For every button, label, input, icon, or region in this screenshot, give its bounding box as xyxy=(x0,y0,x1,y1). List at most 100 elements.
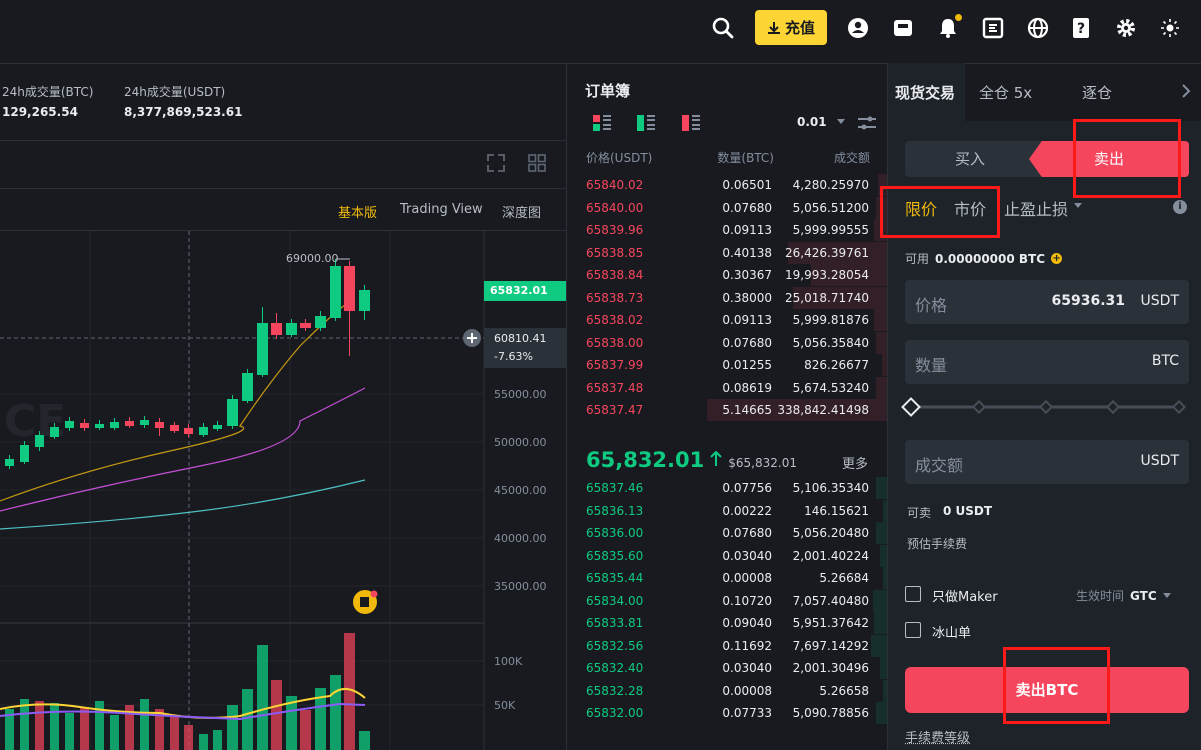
gear-icon[interactable] xyxy=(1114,16,1138,40)
fullscreen-icon[interactable] xyxy=(486,153,506,176)
total-input[interactable]: 成交额 USDT xyxy=(905,440,1189,484)
axis-volume-2: 50K xyxy=(494,699,516,712)
orderbook-cell-qty: 0.10720 xyxy=(722,593,772,608)
orderbook-ask-row[interactable]: 65837.47 5.14665 338,842.41498 xyxy=(567,399,887,421)
orderbook-bid-row[interactable]: 65835.44 0.00008 5.26684 xyxy=(567,567,887,589)
orderbook-bid-row[interactable]: 65832.56 0.11692 7,697.14292 xyxy=(567,634,887,657)
orderbook-bid-row[interactable]: 65836.00 0.07680 5,056.20480 xyxy=(567,522,887,544)
orderbook-cell-qty: 0.07733 xyxy=(722,706,772,720)
orderbook-cell-price: 65835.60 xyxy=(586,548,644,563)
bell-icon[interactable] xyxy=(936,14,962,40)
order-type-market[interactable]: 市价 xyxy=(954,196,986,220)
orderbook-ask-row[interactable]: 65838.73 0.38000 25,018.71740 xyxy=(567,286,887,309)
sell-btc-button[interactable]: 卖出BTC xyxy=(905,667,1189,713)
orderbook-ask-row[interactable]: 65838.85 0.40138 26,426.39761 xyxy=(567,241,887,264)
orderbook-cell-total: 2,001.40224 xyxy=(792,548,869,563)
orderbook-ask-row[interactable]: 65837.48 0.08619 5,674.53240 xyxy=(567,376,887,399)
depth-bar xyxy=(874,309,887,331)
chevron-right-icon[interactable] xyxy=(1181,84,1191,101)
theme-icon[interactable] xyxy=(1158,16,1182,40)
svg-text:?: ? xyxy=(1077,21,1085,37)
maker-only-checkbox[interactable] xyxy=(905,586,921,602)
buy-side-button[interactable]: 买入 xyxy=(905,141,1035,177)
sellable-label: 可卖 xyxy=(907,506,932,520)
iceberg-checkbox[interactable] xyxy=(905,622,921,638)
orderbook-bid-row[interactable]: 65832.40 0.03040 2,001.30496 xyxy=(567,657,887,679)
orderbook-ask-row[interactable]: 65840.00 0.07680 5,056.51200 xyxy=(567,196,887,219)
view-both-icon[interactable] xyxy=(592,113,612,136)
quantity-input-label: 数量 xyxy=(915,356,948,375)
chart-widget-icon[interactable] xyxy=(353,590,378,614)
depth-bar xyxy=(881,354,887,376)
last-price: 65,832.01 xyxy=(586,448,705,472)
amount-slider[interactable] xyxy=(901,396,1191,418)
orderbook-cell-price: 65840.02 xyxy=(586,178,644,192)
view-asks-icon[interactable] xyxy=(681,113,701,136)
tab-cross-margin[interactable]: 全仓 5x xyxy=(979,82,1032,103)
notification-dot xyxy=(955,14,962,21)
orderbook-bid-row[interactable]: 65832.00 0.07733 5,090.78856 xyxy=(567,702,887,724)
sell-side-button[interactable]: 卖出 xyxy=(1029,141,1189,177)
chevron-down-icon[interactable] xyxy=(1074,203,1082,209)
help-icon[interactable]: ? xyxy=(1069,16,1093,40)
orderbook-bid-row[interactable]: 65832.28 0.00008 5.26658 xyxy=(567,679,887,702)
candlestick-chart[interactable]: CE 69000.00 xyxy=(0,231,566,750)
axis-price-5: 35000.00 xyxy=(494,580,547,593)
orderbook-cell-total: 338,842.41498 xyxy=(777,403,869,417)
deposit-button[interactable]: 充值 xyxy=(755,10,827,45)
info-icon[interactable]: i xyxy=(1173,200,1187,214)
orderbook-more-link[interactable]: 更多 xyxy=(842,453,868,472)
orderbook-bid-row[interactable]: 65836.13 0.00222 146.15621 xyxy=(567,499,887,522)
search-icon[interactable] xyxy=(711,16,735,40)
orderbook-bid-row[interactable]: 65834.00 0.10720 7,057.40480 xyxy=(567,589,887,612)
precision-select[interactable]: 0.01 xyxy=(797,115,845,129)
total-input-unit: USDT xyxy=(1140,453,1179,469)
orderbook-ask-row[interactable]: 65838.02 0.09113 5,999.81876 xyxy=(567,309,887,331)
orderbook-cell-qty: 0.30367 xyxy=(722,268,772,282)
quantity-input[interactable]: 数量 BTC xyxy=(905,340,1189,384)
stat-btc-volume-label: 24h成交量(BTC) xyxy=(2,85,94,99)
orderbook-cell-qty: 0.00008 xyxy=(722,683,772,698)
tab-depth[interactable]: 深度图 xyxy=(502,202,541,221)
layout-grid-icon[interactable] xyxy=(527,153,547,176)
depth-bar xyxy=(872,589,887,612)
order-type-stop-limit[interactable]: 止盈止损 xyxy=(1004,196,1068,220)
settings-sliders-icon[interactable] xyxy=(857,113,877,136)
orderbook-title: 订单簿 xyxy=(585,82,631,100)
tif-label: 生效时间 xyxy=(1076,589,1125,603)
view-bids-icon[interactable] xyxy=(636,113,656,136)
stats-divider xyxy=(0,140,566,141)
user-icon[interactable] xyxy=(846,16,870,40)
orders-icon[interactable] xyxy=(981,16,1005,40)
orderbook-ask-row[interactable]: 65838.00 0.07680 5,056.35840 xyxy=(567,331,887,354)
orderbook-cell-price: 65837.48 xyxy=(586,380,644,395)
orderbook-bid-row[interactable]: 65835.60 0.03040 2,001.40224 xyxy=(567,544,887,567)
time-in-force-select[interactable]: 生效时间 GTC xyxy=(1076,587,1171,604)
wallet-icon[interactable] xyxy=(891,16,915,40)
orderbook-bid-row[interactable]: 65833.81 0.09040 5,951.37642 xyxy=(567,612,887,634)
tab-isolated-margin[interactable]: 逐仓 xyxy=(1082,82,1112,103)
orderbook-ask-row[interactable]: 65839.96 0.09113 5,999.99555 xyxy=(567,219,887,241)
order-type-limit[interactable]: 限价 xyxy=(905,196,937,220)
available-label: 可用 xyxy=(905,252,930,266)
orderbook-cell-price: 65838.85 xyxy=(586,245,644,260)
tab-basic[interactable]: 基本版 xyxy=(338,202,377,221)
orderbook-ask-row[interactable]: 65838.84 0.30367 19,993.28054 xyxy=(567,264,887,286)
orderbook-ask-row[interactable]: 65840.02 0.06501 4,280.25970 xyxy=(567,174,887,196)
tab-spot[interactable]: 现货交易 xyxy=(895,82,955,103)
fee-tier-link[interactable]: 手续费等级 xyxy=(905,727,970,746)
add-price-alert-icon[interactable] xyxy=(463,329,481,347)
tab-tradingview[interactable]: Trading View xyxy=(400,202,483,217)
orderbook-cell-total: 5,674.53240 xyxy=(792,380,869,395)
total-input-label: 成交额 xyxy=(915,456,964,475)
orderbook-bid-row[interactable]: 65837.46 0.07756 5,106.35340 xyxy=(567,477,887,499)
add-funds-icon[interactable]: + xyxy=(1051,253,1063,264)
price-input-value[interactable]: 65936.31 xyxy=(1051,293,1125,309)
axis-price-2: 50000.00 xyxy=(494,436,547,449)
orderbook-cell-qty: 0.07756 xyxy=(722,481,772,495)
orderbook-ask-row[interactable]: 65837.99 0.01255 826.26677 xyxy=(567,354,887,376)
depth-bar xyxy=(876,376,887,399)
globe-icon[interactable] xyxy=(1026,16,1050,40)
price-input[interactable]: 价格 65936.31 USDT xyxy=(905,280,1189,324)
orderbook-cell-qty: 0.40138 xyxy=(722,245,772,260)
